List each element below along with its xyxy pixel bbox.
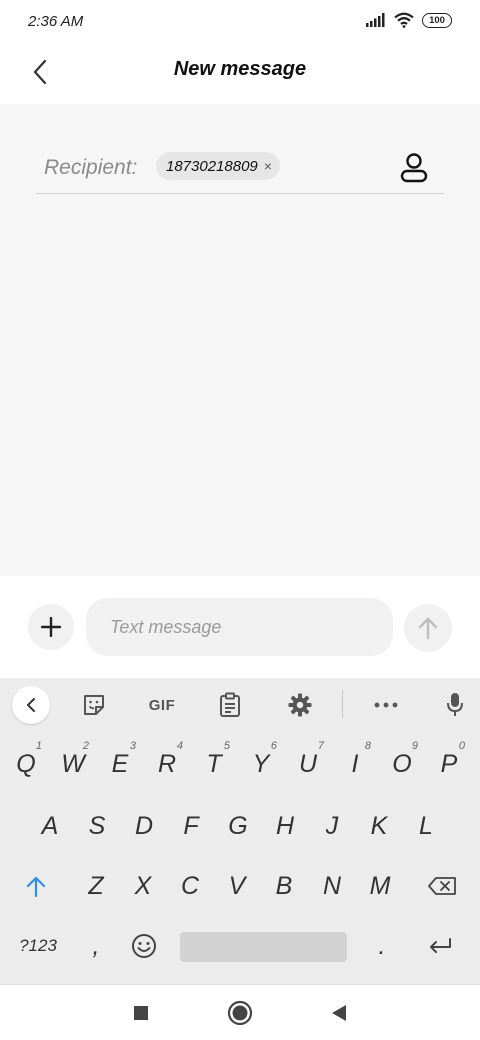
recipient-row: Recipient: 18730218809 × bbox=[36, 140, 444, 194]
key-p[interactable]: P0 bbox=[427, 736, 471, 792]
more-options-button[interactable] bbox=[368, 690, 404, 720]
key-c[interactable]: C bbox=[168, 858, 212, 914]
key-q[interactable]: Q1 bbox=[4, 736, 48, 792]
microphone-icon bbox=[447, 693, 463, 716]
key-j[interactable]: J bbox=[310, 798, 354, 854]
chip-remove-icon[interactable]: × bbox=[264, 158, 272, 174]
plus-icon bbox=[41, 617, 61, 637]
key-a[interactable]: A bbox=[28, 798, 72, 854]
shift-arrow-icon bbox=[26, 876, 46, 897]
key-b[interactable]: B bbox=[262, 858, 306, 914]
wifi-icon bbox=[394, 12, 414, 28]
shift-key[interactable] bbox=[14, 858, 58, 914]
sticker-button[interactable] bbox=[76, 690, 112, 720]
chevron-left-icon bbox=[33, 59, 47, 85]
key-y[interactable]: Y6 bbox=[239, 736, 283, 792]
key-v[interactable]: V bbox=[215, 858, 259, 914]
circle-icon bbox=[227, 1000, 253, 1026]
keyboard: GIF Q 1 W 2 E 3 R 4 T 5 Y 6 U 7 I 8 O 9 … bbox=[0, 678, 480, 984]
sticker-icon bbox=[84, 695, 104, 715]
message-content-area: Recipient: 18730218809 × bbox=[0, 104, 480, 576]
key-l[interactable]: L bbox=[404, 798, 448, 854]
toolbar-collapse-button[interactable] bbox=[12, 686, 50, 724]
clipboard-button[interactable] bbox=[212, 690, 248, 720]
text-message-input[interactable]: Text message bbox=[86, 598, 393, 656]
key-i[interactable]: I8 bbox=[333, 736, 377, 792]
key-f[interactable]: F bbox=[169, 798, 213, 854]
key-k[interactable]: K bbox=[357, 798, 401, 854]
key-w[interactable]: W2 bbox=[51, 736, 95, 792]
key-n[interactable]: N bbox=[310, 858, 354, 914]
status-icons: 100 bbox=[366, 12, 452, 28]
more-horizontal-icon bbox=[374, 702, 398, 708]
back-nav-button[interactable] bbox=[322, 997, 356, 1029]
square-icon bbox=[134, 1006, 148, 1020]
send-button[interactable] bbox=[404, 604, 452, 652]
triangle-back-icon bbox=[332, 1005, 346, 1021]
gear-icon bbox=[288, 693, 312, 717]
clipboard-icon bbox=[220, 692, 240, 717]
period-key[interactable]: . bbox=[360, 918, 404, 974]
key-t[interactable]: T5 bbox=[192, 736, 236, 792]
attach-button[interactable] bbox=[28, 604, 74, 650]
backspace-icon bbox=[428, 877, 456, 895]
key-g[interactable]: G bbox=[216, 798, 260, 854]
navigation-bar bbox=[0, 984, 480, 1040]
recipient-chip[interactable]: 18730218809 × bbox=[156, 152, 280, 180]
key-s[interactable]: S bbox=[75, 798, 119, 854]
compose-bar: Text message bbox=[0, 576, 480, 678]
keyboard-settings-button[interactable] bbox=[282, 690, 318, 720]
key-u[interactable]: U7 bbox=[286, 736, 330, 792]
text-message-placeholder: Text message bbox=[110, 616, 222, 637]
key-z[interactable]: Z bbox=[74, 858, 118, 914]
key-e[interactable]: E3 bbox=[98, 736, 142, 792]
key-h[interactable]: H bbox=[263, 798, 307, 854]
keyboard-toolbar: GIF bbox=[0, 678, 480, 732]
status-time: 2:36 AM bbox=[28, 13, 84, 30]
toolbar-divider bbox=[342, 690, 343, 718]
chevron-left-icon bbox=[27, 698, 35, 712]
emoji-icon bbox=[132, 934, 156, 958]
battery-icon: 100 bbox=[422, 12, 452, 28]
voice-input-button[interactable] bbox=[437, 690, 473, 720]
recipient-label: Recipient: bbox=[44, 156, 138, 179]
signal-icon bbox=[366, 13, 385, 27]
enter-key[interactable] bbox=[418, 918, 462, 974]
recipient-chip-label: 18730218809 bbox=[166, 157, 258, 175]
enter-icon bbox=[430, 938, 451, 953]
page-title: New message bbox=[173, 58, 307, 80]
comma-key[interactable]: , bbox=[74, 918, 118, 974]
recents-button[interactable] bbox=[124, 997, 158, 1029]
header: New message bbox=[0, 44, 480, 104]
arrow-up-icon bbox=[418, 617, 438, 640]
symbols-key[interactable]: ?123 bbox=[12, 918, 64, 974]
contacts-button[interactable] bbox=[394, 148, 434, 188]
back-button[interactable] bbox=[22, 52, 58, 92]
person-icon bbox=[400, 153, 428, 183]
key-r[interactable]: R4 bbox=[145, 736, 189, 792]
key-d[interactable]: D bbox=[122, 798, 166, 854]
emoji-key[interactable] bbox=[122, 918, 166, 974]
status-bar: 2:36 AM 100 bbox=[0, 0, 480, 44]
space-key[interactable] bbox=[180, 932, 347, 962]
key-o[interactable]: O9 bbox=[380, 736, 424, 792]
home-button[interactable] bbox=[223, 997, 257, 1029]
key-x[interactable]: X bbox=[121, 858, 165, 914]
backspace-key[interactable] bbox=[420, 858, 464, 914]
key-m[interactable]: M bbox=[358, 858, 402, 914]
gif-button[interactable]: GIF bbox=[140, 690, 184, 720]
